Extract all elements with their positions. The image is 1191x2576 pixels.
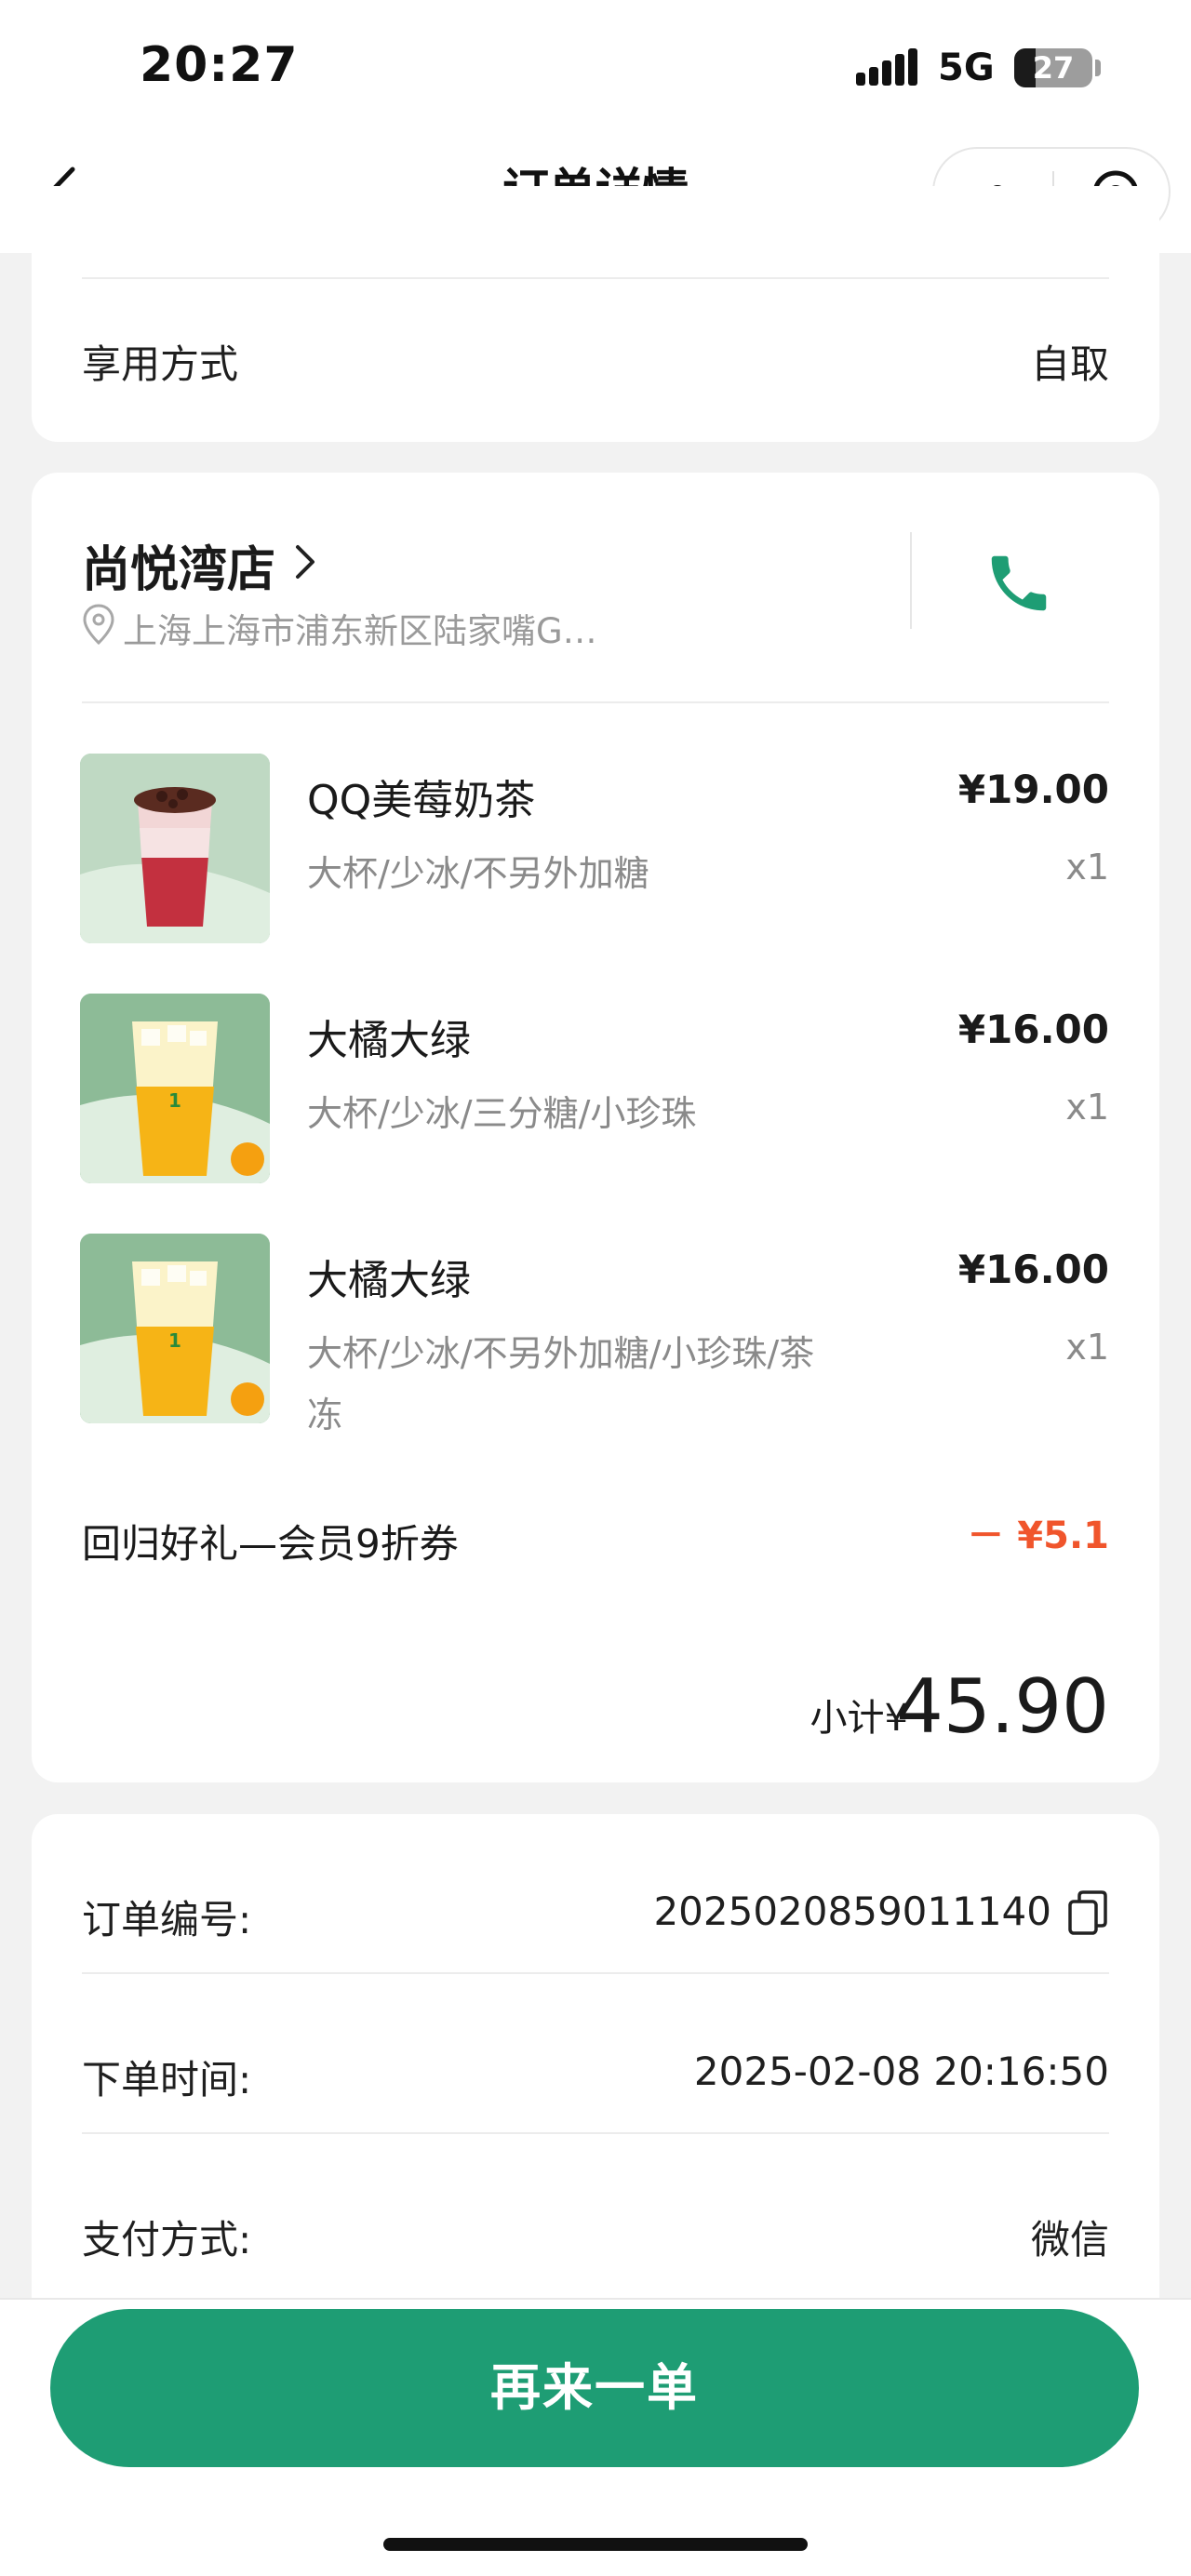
product-image	[80, 754, 270, 943]
order-time-label: 下单时间:	[82, 2057, 252, 2102]
order-items-card: 尚悦湾店 上海上海市浦东新区陆家嘴G… QQ美莓奶茶 大杯/少冰/不另外加糖 ¥…	[32, 473, 1159, 1782]
milk-tea-cup-image	[80, 754, 270, 943]
product-image: 1	[80, 994, 270, 1183]
vertical-divider	[910, 532, 912, 629]
coupon-label: 回归好礼—会员9折券	[82, 1521, 459, 1567]
delivery-card: 享用方式 自取	[32, 186, 1159, 442]
subtotal-value: 45.90	[895, 1663, 1109, 1750]
item-name: QQ美莓奶茶	[307, 777, 536, 824]
item-spec: 大杯/少冰/不另外加糖/小珍珠/茶冻	[307, 1333, 815, 1435]
signal-icon	[856, 48, 917, 86]
svg-text:1: 1	[168, 1329, 181, 1352]
order-number: 2025020859011140	[653, 1889, 1051, 1934]
product-image: 1	[80, 1234, 270, 1423]
shop-name[interactable]: 尚悦湾店	[82, 530, 275, 600]
order-number-label: 订单编号:	[82, 1897, 252, 1942]
item-price: ¥16.00	[957, 1247, 1109, 1292]
shop-address: 上海上海市浦东新区陆家嘴G…	[123, 611, 597, 651]
item-name: 大橘大绿	[307, 1257, 471, 1304]
divider	[82, 277, 1109, 279]
home-indicator	[383, 2538, 808, 2551]
phone-icon[interactable]	[983, 547, 1055, 620]
svg-text:1: 1	[168, 1089, 181, 1112]
delivery-label: 享用方式	[82, 341, 239, 387]
item-name: 大橘大绿	[307, 1017, 471, 1064]
payment-method: 微信	[1030, 2217, 1109, 2262]
copy-icon[interactable]	[1066, 1889, 1109, 1937]
battery-percent: 27	[1032, 50, 1075, 86]
divider	[82, 701, 1109, 703]
item-qty: x1	[1065, 1327, 1109, 1368]
coupon-discount: － ¥5.1	[967, 1515, 1109, 1557]
subtotal-label: 小计¥	[810, 1697, 908, 1740]
network-type: 5G	[938, 47, 995, 89]
orange-tea-cup-image: 1	[80, 1234, 270, 1423]
item-spec: 大杯/少冰/三分糖/小珍珠	[307, 1093, 697, 1134]
item-qty: x1	[1065, 847, 1109, 888]
item-qty: x1	[1065, 1087, 1109, 1128]
order-item: 1 大橘大绿 大杯/少冰/三分糖/小珍珠 ¥16.00 x1	[32, 994, 1159, 1217]
status-time: 20:27	[140, 37, 299, 93]
reorder-button[interactable]: 再来一单	[50, 2309, 1139, 2467]
item-spec: 大杯/少冰/不另外加糖	[307, 853, 649, 894]
divider	[82, 1972, 1109, 1974]
divider	[82, 2132, 1109, 2134]
delivery-value: 自取	[1030, 341, 1109, 387]
battery-tip	[1095, 60, 1101, 76]
order-info-card: 订单编号: 2025020859011140 下单时间: 2025-02-08 …	[32, 1814, 1159, 2298]
order-item: 1 大橘大绿 大杯/少冰/不另外加糖/小珍珠/茶冻 ¥16.00 x1	[32, 1234, 1159, 1457]
order-detail-page: 20:27 5G 27 订单详情	[0, 0, 1191, 2576]
orange-tea-cup-image: 1	[80, 994, 270, 1183]
location-pin-icon	[83, 604, 114, 646]
item-price: ¥19.00	[957, 767, 1109, 812]
order-item: QQ美莓奶茶 大杯/少冰/不另外加糖 ¥19.00 x1	[32, 754, 1159, 977]
battery-icon: 27	[1014, 48, 1092, 87]
payment-label: 支付方式:	[82, 2217, 252, 2262]
order-time: 2025-02-08 20:16:50	[693, 2049, 1109, 2094]
item-price: ¥16.00	[957, 1007, 1109, 1052]
chevron-right-icon[interactable]	[290, 540, 318, 584]
